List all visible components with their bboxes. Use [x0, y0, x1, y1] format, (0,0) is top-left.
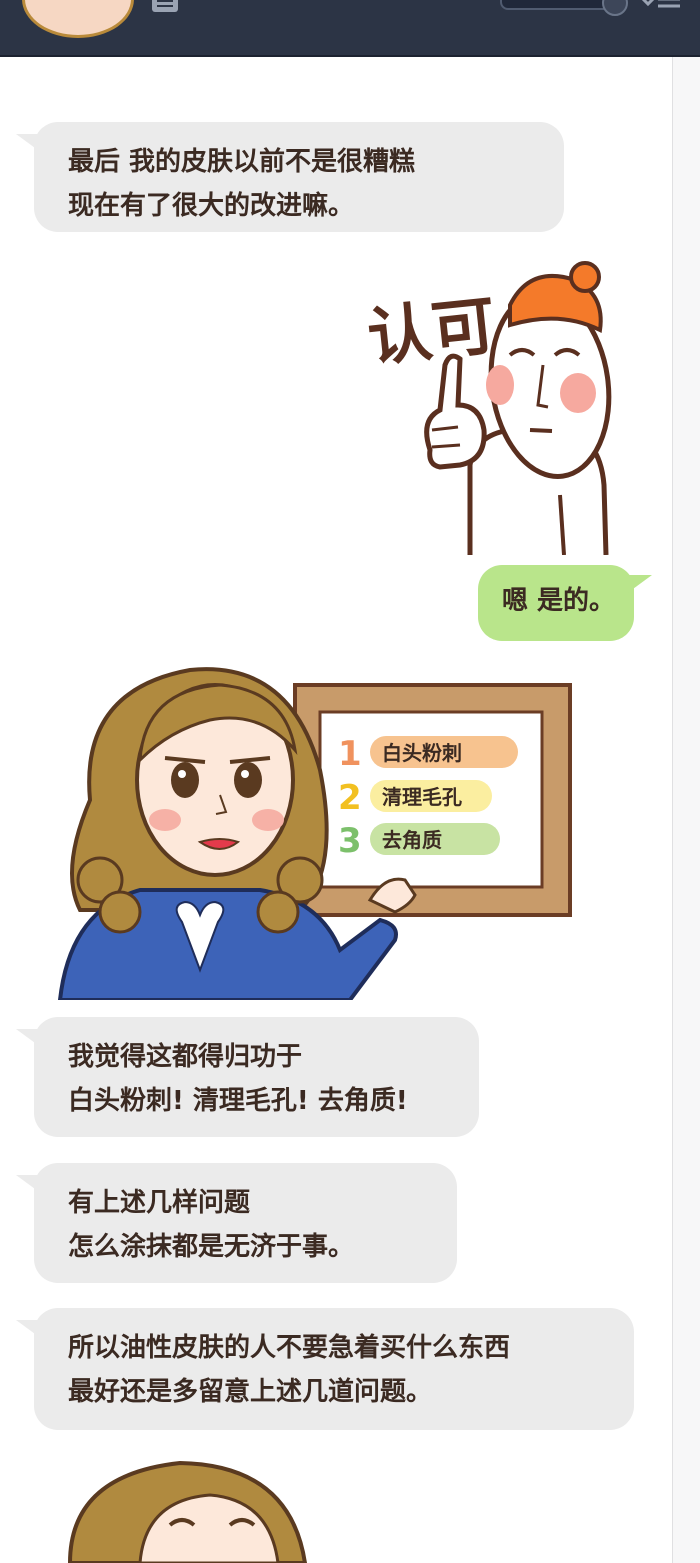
message-line: 我觉得这都得归功于: [68, 1042, 303, 1072]
chat-bubble-1: 最后 我的皮肤以前不是很糟糕 现在有了很大的改进嘛。: [16, 122, 564, 232]
approval-sticker: 认可: [364, 261, 612, 555]
list-menu-icon[interactable]: [640, 0, 682, 16]
board-item-label: 去角质: [382, 828, 442, 852]
chat-bubble-5: 所以油性皮肤的人不要急着买什么东西 最好还是多留意上述几道问题。: [16, 1308, 634, 1430]
board-item-label: 清理毛孔: [382, 785, 462, 809]
top-bar: [0, 0, 700, 57]
scrollbar-track[interactable]: [672, 57, 700, 1563]
teacher-partial-illustration: [67, 1460, 308, 1563]
board-item-label: 白头粉刺: [382, 741, 462, 765]
message-line: 现在有了很大的改进嘛。: [68, 191, 355, 221]
chat-bubble-4: 有上述几样问题 怎么涂抹都是无济于事。: [16, 1163, 457, 1283]
sticker-text: 认可: [364, 289, 499, 376]
teacher-with-board-illustration: 1 白头粉刺 2 清理毛孔 3 去角质: [57, 667, 572, 1000]
board-item-number: 3: [338, 821, 362, 861]
avatar[interactable]: [22, 0, 134, 38]
message-line: 嗯 是的。: [502, 586, 616, 616]
chat-bubble-2: 嗯 是的。: [478, 565, 652, 641]
progress-slider[interactable]: [500, 0, 628, 16]
message-line: 最后 我的皮肤以前不是很糟糕: [68, 147, 416, 177]
message-line: 所以油性皮肤的人不要急着买什么东西: [68, 1333, 511, 1363]
slider-handle[interactable]: [602, 0, 628, 16]
message-line: 有上述几样问题: [68, 1188, 251, 1218]
board-item-2: 2 清理毛孔: [338, 778, 492, 818]
chat-bubble-3: 我觉得这都得归功于 白头粉刺! 清理毛孔! 去角质!: [16, 1017, 479, 1137]
message-line: 最好还是多留意上述几道问题。: [68, 1377, 433, 1407]
message-line: 怎么涂抹都是无济于事。: [68, 1232, 355, 1262]
board-item-number: 1: [338, 734, 362, 774]
board-item-number: 2: [338, 778, 362, 818]
message-line: 白头粉刺! 清理毛孔! 去角质!: [68, 1086, 408, 1116]
document-icon[interactable]: [150, 0, 182, 14]
